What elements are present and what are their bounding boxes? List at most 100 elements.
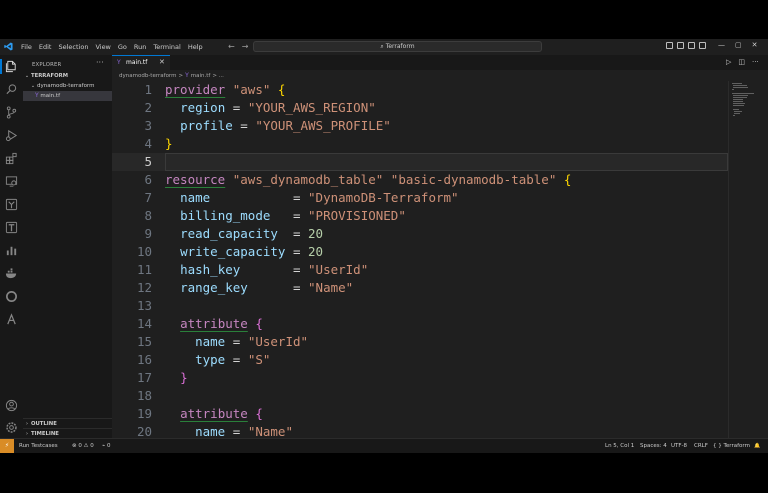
aws-toolkit-icon[interactable] — [4, 312, 19, 327]
menu-go[interactable]: Go — [118, 43, 127, 51]
split-editor-icon[interactable]: ◫ — [738, 58, 745, 66]
remote-indicator-icon[interactable]: ⚡ — [0, 439, 14, 453]
menu-bar: File Edit Selection View Go Run Terminal… — [21, 43, 203, 51]
menu-file[interactable]: File — [21, 43, 32, 51]
search-icon[interactable] — [4, 82, 19, 97]
circle-extension-icon[interactable] — [4, 289, 19, 304]
run-icon[interactable]: ▷ — [726, 58, 731, 66]
search-icon: ⌕ — [380, 43, 384, 50]
text-cursor — [165, 155, 166, 169]
cursor-position[interactable]: Ln 5, Col 1 — [605, 439, 634, 453]
code-line: 1 provider "aws" { — [144, 82, 286, 97]
explorer-title: EXPLORER — [32, 62, 62, 68]
more-actions-icon[interactable]: ··· — [96, 58, 104, 67]
window-controls: — ▢ ✕ — [718, 41, 758, 49]
command-center-label: Terraform — [385, 43, 415, 50]
ports-indicator[interactable]: ⌁ 0 — [102, 439, 111, 453]
terraform-file-icon: Y — [185, 72, 189, 79]
chart-icon[interactable] — [4, 243, 19, 258]
encoding[interactable]: UTF-8 — [671, 439, 687, 453]
forward-arrow-icon[interactable]: → — [242, 42, 249, 51]
menu-selection[interactable]: Selection — [58, 43, 88, 51]
remote-explorer-icon[interactable] — [4, 174, 19, 189]
code-line: 17 } — [136, 370, 188, 385]
toggle-panel-icon[interactable] — [677, 42, 684, 49]
timeline-label: TIMELINE — [31, 431, 59, 437]
code-line: 16 type = "S" — [136, 352, 271, 367]
code-editor[interactable]: 1 provider "aws" { 2 region = "YOUR_AWS_R… — [112, 81, 728, 438]
problems-indicator[interactable]: ⊗ 0 ⚠ 0 — [72, 439, 94, 453]
menu-edit[interactable]: Edit — [39, 43, 52, 51]
close-tab-icon[interactable]: ✕ — [159, 56, 165, 69]
folder-label: dynamodb-terraform — [37, 83, 95, 89]
run-testcases-button[interactable]: Run Testcases — [19, 439, 58, 453]
back-arrow-icon[interactable]: ← — [228, 42, 235, 51]
layout-controls — [666, 42, 706, 49]
terraform-file-icon: Y — [117, 59, 121, 66]
menu-terminal[interactable]: Terminal — [153, 43, 180, 51]
tab-label: main.tf — [126, 59, 148, 66]
file-label: main.tf — [40, 93, 61, 99]
tree-folder[interactable]: ⌄ dynamodb-terraform — [23, 81, 112, 91]
terraform-icon[interactable] — [4, 220, 19, 235]
source-control-icon[interactable] — [4, 105, 19, 120]
tab-main-tf[interactable]: Y main.tf ✕ — [112, 55, 170, 70]
customize-layout-icon[interactable] — [699, 42, 706, 49]
terraform-file-icon: Y — [35, 92, 39, 99]
code-line: 18 — [136, 388, 152, 403]
code-line: 3 profile = "YOUR_AWS_PROFILE" — [144, 118, 391, 133]
command-center-search[interactable]: ⌕ Terraform — [253, 41, 542, 52]
code-line: 6 resource "aws_dynamodb_table" "basic-dy… — [144, 172, 572, 187]
workspace-section-label: TERRAFORM — [31, 73, 68, 79]
run-testcases-label: Run Testcases — [19, 443, 58, 449]
settings-gear-icon[interactable] — [4, 420, 19, 435]
docker-icon[interactable] — [4, 266, 19, 281]
breadcrumb-folder[interactable]: dynamodb-terraform — [119, 73, 176, 79]
more-actions-icon[interactable]: ··· — [752, 58, 759, 66]
workspace-section-header[interactable]: ⌄ TERRAFORM — [23, 71, 112, 81]
chevron-down-icon: ⌄ — [30, 83, 36, 89]
explorer-sidebar: EXPLORER ··· ⌄ TERRAFORM ⌄ dynamodb-terraf… — [23, 55, 113, 438]
run-debug-icon[interactable] — [4, 128, 19, 143]
minimize-icon[interactable]: — — [718, 41, 725, 49]
navigation-arrows: ← → — [228, 42, 248, 51]
maximize-icon[interactable]: ▢ — [735, 41, 742, 49]
code-line: 2 region = "YOUR_AWS_REGION" — [144, 100, 376, 115]
outline-label: OUTLINE — [31, 421, 57, 427]
explorer-icon[interactable] — [0, 59, 19, 74]
vscode-window: File Edit Selection View Go Run Terminal… — [0, 39, 768, 453]
close-icon[interactable]: ✕ — [752, 41, 758, 49]
extensions-icon[interactable] — [4, 151, 19, 166]
minimap[interactable] — [728, 81, 768, 438]
code-line: 20 name = "Name" — [136, 424, 293, 438]
code-line: 14 attribute { — [136, 316, 263, 331]
toggle-secondary-sidebar-icon[interactable] — [688, 42, 695, 49]
code-line: 10 write_capacity = 20 — [136, 244, 324, 259]
code-line: 13 — [136, 298, 152, 313]
breadcrumb-more[interactable]: > ... — [212, 73, 224, 79]
end-of-line[interactable]: CRLF — [694, 439, 708, 453]
breadcrumb-separator: > — [178, 73, 184, 79]
chevron-down-icon: ⌄ — [24, 73, 30, 79]
code-line: 19 attribute { — [136, 406, 263, 421]
menu-view[interactable]: View — [95, 43, 110, 51]
code-line: 7 name = "DynamoDB-Terraform" — [144, 190, 459, 205]
notifications-bell-icon[interactable]: 🔔 — [754, 439, 760, 453]
account-icon[interactable] — [4, 398, 19, 413]
activity-bar — [0, 55, 24, 438]
code-line: 12 range_key = "Name" — [136, 280, 354, 295]
code-line: 9 read_capacity = 20 — [144, 226, 324, 241]
testing-icon[interactable] — [4, 197, 19, 212]
tree-file[interactable]: Y main.tf — [23, 91, 112, 101]
code-line: 4} — [144, 136, 173, 151]
indentation[interactable]: Spaces: 4 — [640, 439, 667, 453]
menu-help[interactable]: Help — [188, 43, 203, 51]
breadcrumb-file[interactable]: main.tf — [191, 73, 211, 79]
code-line: 15 name = "UserId" — [136, 334, 309, 349]
title-bar: File Edit Selection View Go Run Terminal… — [0, 39, 768, 56]
status-bar: ⚡ Run Testcases ⊗ 0 ⚠ 0 ⌁ 0 Ln 5, Col 1 … — [0, 438, 768, 453]
language-label: Terraform — [723, 443, 750, 449]
menu-run[interactable]: Run — [134, 43, 146, 51]
language-mode[interactable]: { } Terraform — [713, 439, 750, 453]
toggle-sidebar-icon[interactable] — [666, 42, 673, 49]
